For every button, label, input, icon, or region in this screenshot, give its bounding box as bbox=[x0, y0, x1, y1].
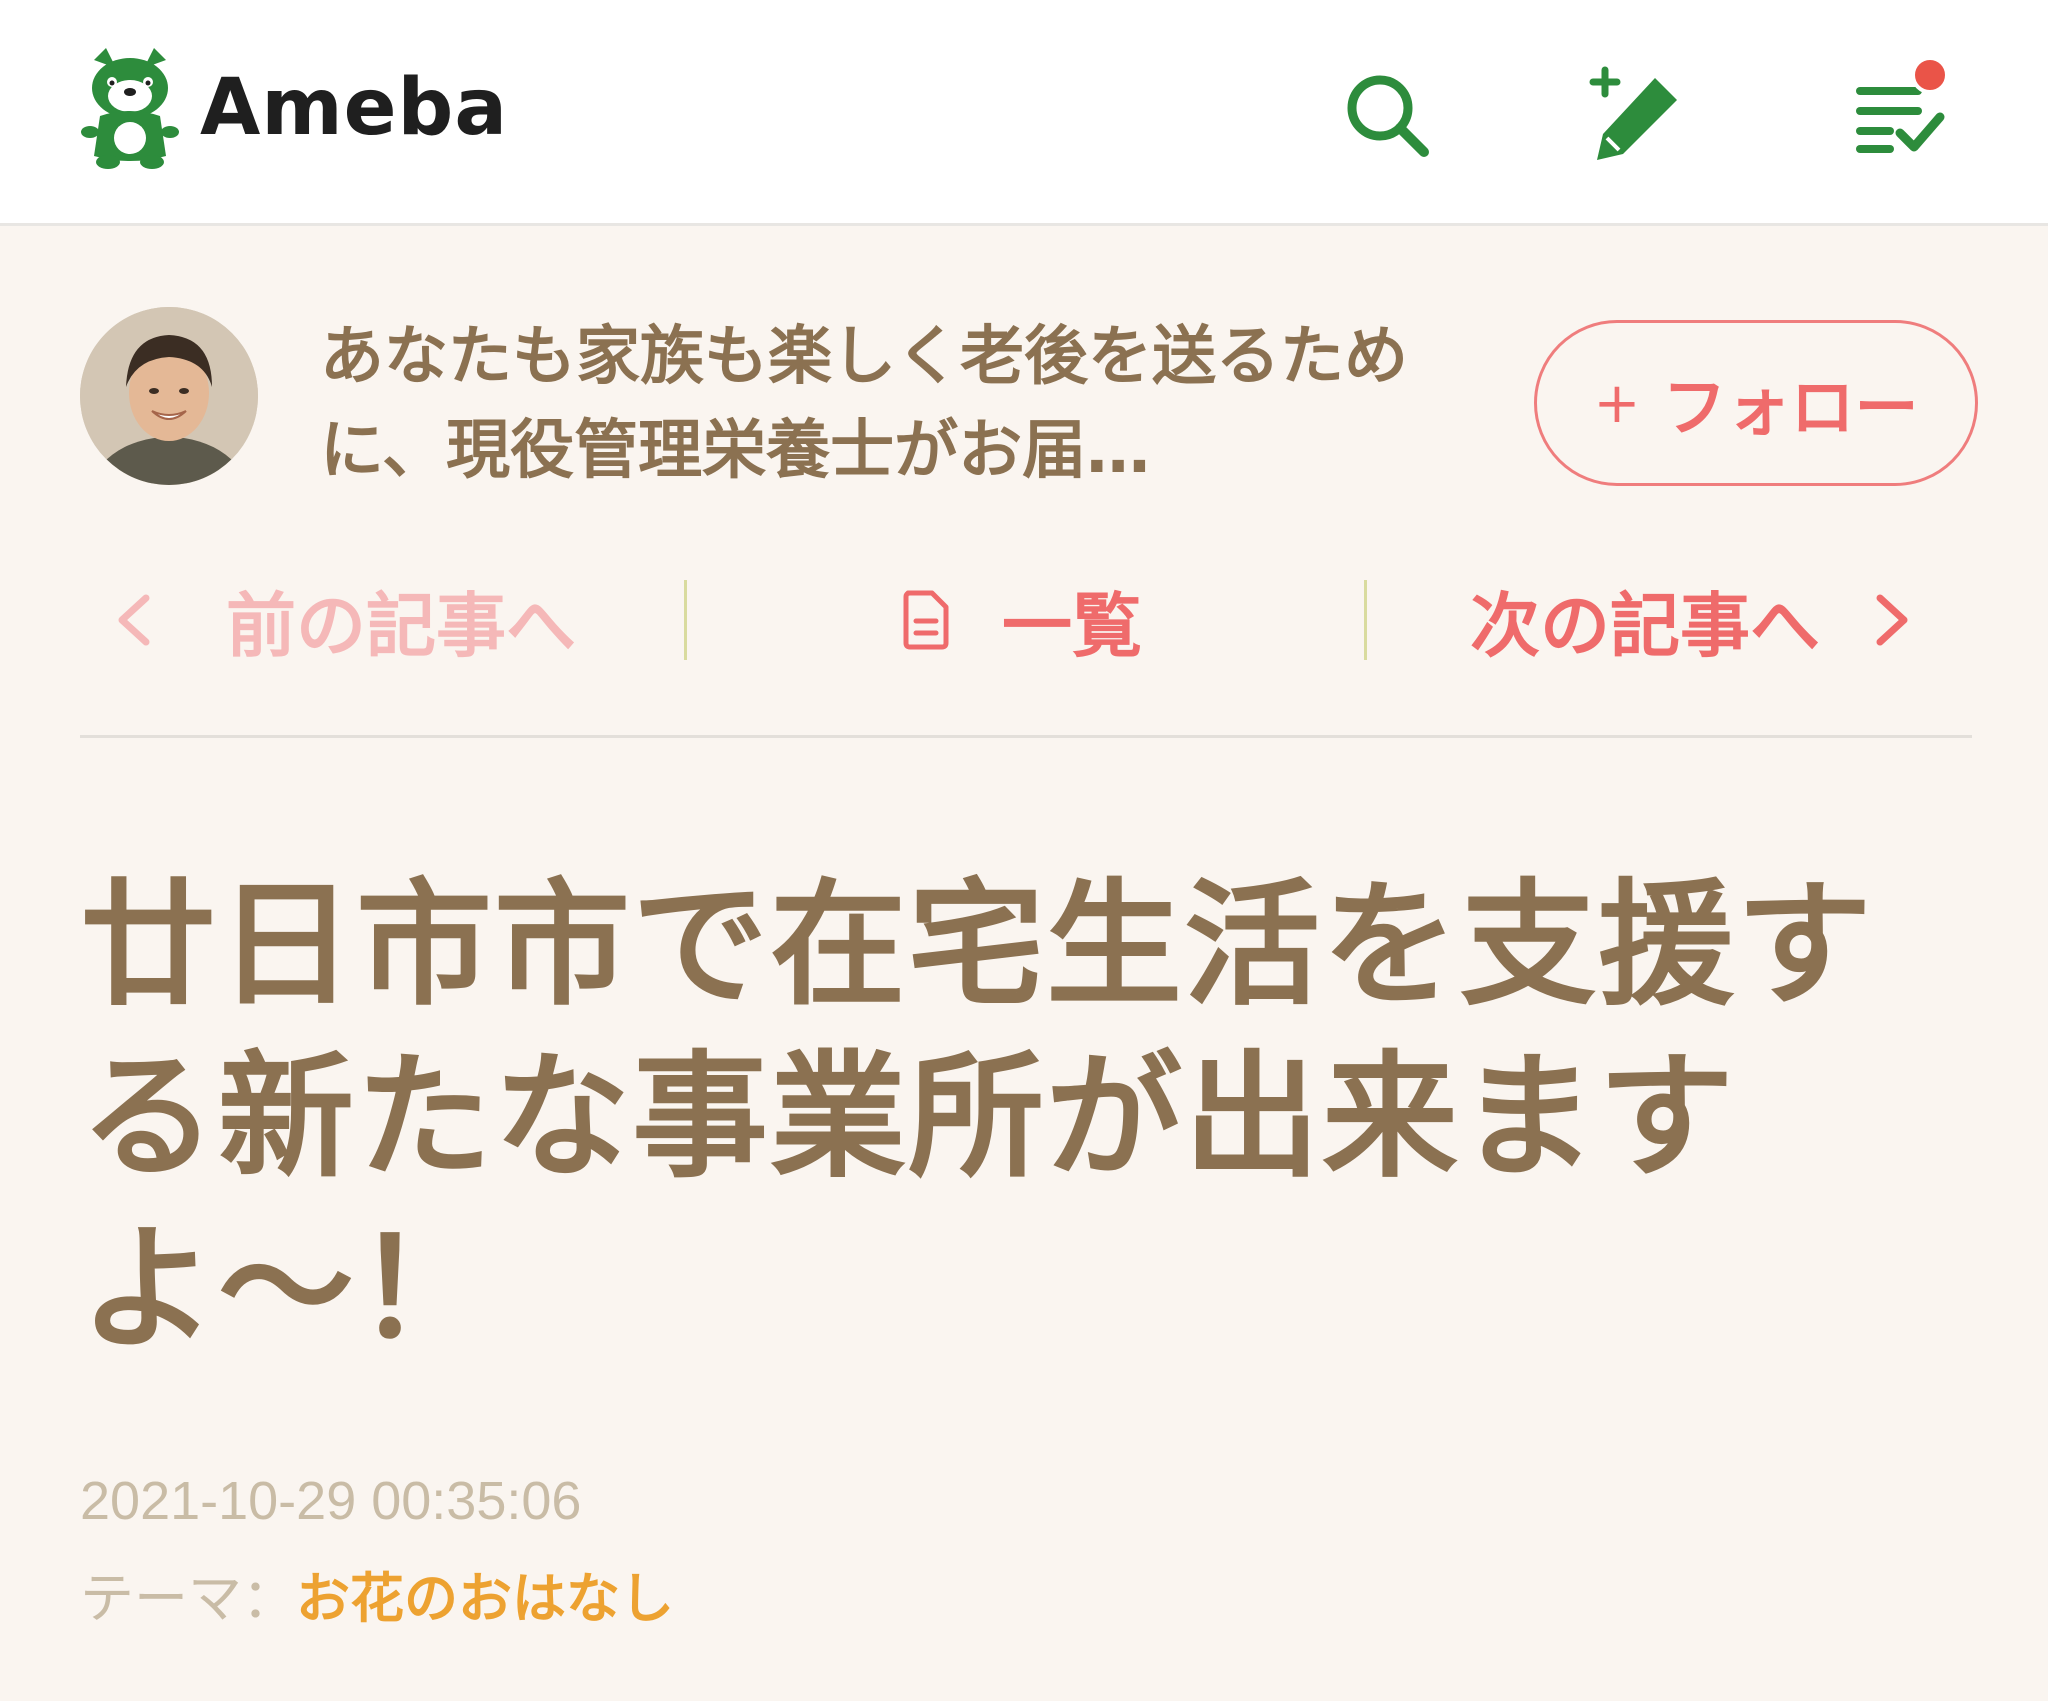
prev-article-link[interactable]: 前の記事へ bbox=[110, 560, 576, 680]
prev-article-label: 前の記事へ bbox=[226, 584, 576, 667]
theme-link[interactable]: お花のおはなし bbox=[296, 1554, 674, 1633]
nav-separator bbox=[1364, 580, 1367, 660]
blog-title[interactable]: あなたも家族も楽しく老後を送るために、現役管理栄養士がお届… bbox=[320, 310, 1450, 498]
article-navigation: 前の記事へ 一覧 次の記事へ bbox=[80, 560, 1972, 680]
section-divider bbox=[80, 735, 1972, 738]
theme-prefix: テーマ： bbox=[80, 1567, 296, 1630]
follow-label: フォロー bbox=[1662, 372, 1919, 446]
write-pencil-icon bbox=[1589, 66, 1677, 160]
article-list-link[interactable]: 一覧 bbox=[900, 560, 1142, 680]
ameba-dog-logo-icon bbox=[81, 48, 179, 169]
next-article-link[interactable]: 次の記事へ bbox=[1470, 560, 1916, 680]
plus-icon: + bbox=[1593, 370, 1641, 436]
reading-list-button[interactable] bbox=[1845, 56, 1955, 170]
search-icon bbox=[1347, 75, 1429, 157]
logo-wordmark: Ameba bbox=[200, 63, 509, 153]
document-icon bbox=[903, 590, 949, 650]
nav-separator bbox=[684, 580, 687, 660]
chevron-left-icon bbox=[118, 594, 150, 646]
ameba-logo[interactable]: Ameba bbox=[80, 46, 508, 170]
next-article-label: 次の記事へ bbox=[1470, 584, 1820, 667]
article-title: 廿日市市で在宅生活を支援する新たな事業所が出来ますよ〜！ bbox=[80, 867, 1874, 1369]
follow-button[interactable]: + フォロー bbox=[1534, 320, 1978, 486]
write-post-button[interactable] bbox=[1583, 60, 1693, 170]
blogger-avatar[interactable] bbox=[80, 307, 258, 485]
chevron-right-icon bbox=[1876, 594, 1908, 646]
article-date: 2021-10-29 00:35:06 bbox=[80, 1471, 582, 1531]
article-theme: テーマ： お花のおはなし bbox=[80, 1554, 674, 1633]
notification-badge bbox=[1911, 56, 1949, 94]
avatar-photo bbox=[80, 307, 258, 485]
article-list-label: 一覧 bbox=[1002, 584, 1142, 667]
search-button[interactable] bbox=[1332, 60, 1442, 170]
app-header: Ameba bbox=[0, 0, 2048, 226]
